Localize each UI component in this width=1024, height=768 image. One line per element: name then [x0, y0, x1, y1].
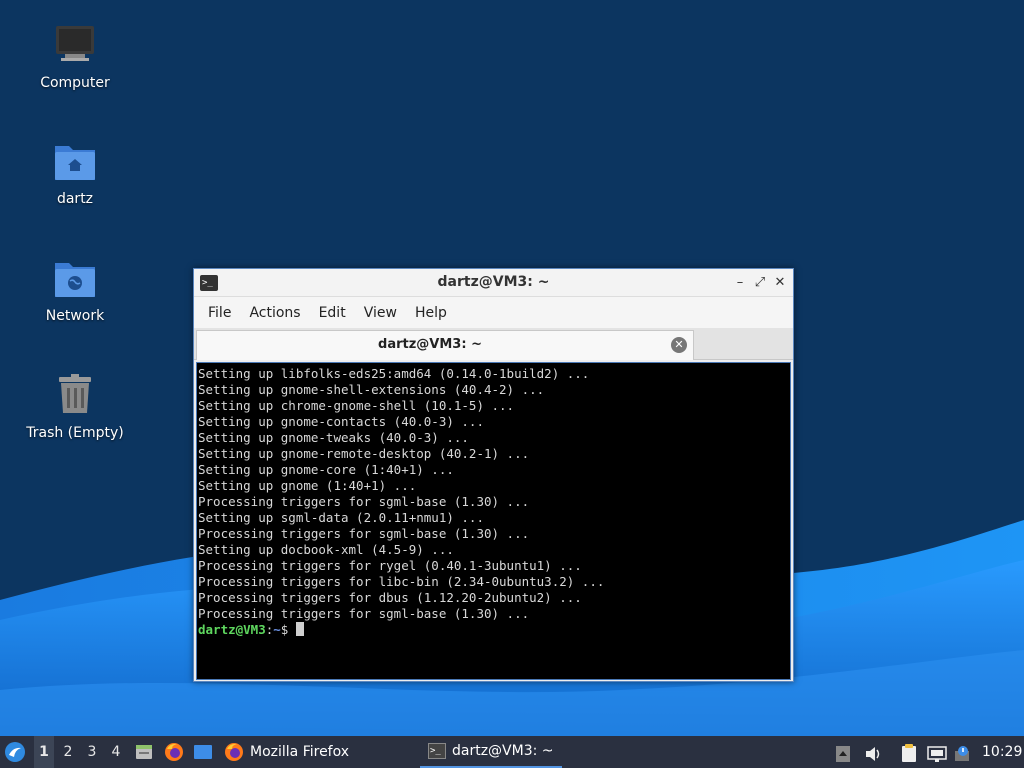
home-folder-icon	[51, 138, 99, 186]
desktop-icon-label: Network	[45, 308, 105, 324]
firefox-launcher[interactable]	[164, 736, 186, 768]
desktop-icon-label: Computer	[40, 75, 110, 91]
terminal-line: Setting up gnome-tweaks (40.0-3) ...	[198, 430, 469, 445]
text-cursor	[295, 622, 304, 636]
terminal-line: Setting up gnome-core (1:40+1) ...	[198, 462, 454, 477]
window-title: dartz@VM3: ~	[437, 274, 550, 290]
tab-close-icon[interactable]: ✕	[671, 337, 687, 353]
clipboard-icon[interactable]	[900, 743, 918, 768]
workspace-4[interactable]: 4	[106, 736, 126, 768]
tab-bar: dartz@VM3: ~ ✕	[194, 328, 793, 360]
start-menu-button[interactable]	[4, 736, 28, 768]
terminal-line: Processing triggers for sgml-base (1.30)…	[198, 526, 530, 541]
terminal-line: Processing triggers for dbus (1.12.20-2u…	[198, 590, 582, 605]
terminal-line: Processing triggers for sgml-base (1.30)…	[198, 494, 530, 509]
minimize-button[interactable]: –	[731, 274, 749, 292]
workspace-1[interactable]: 1	[34, 736, 54, 768]
tab-label: dartz@VM3: ~	[378, 337, 482, 352]
task-terminal[interactable]: >_ dartz@VM3: ~	[420, 736, 562, 768]
terminal-prompt: dartz@VM3:~$	[198, 622, 789, 638]
firefox-icon	[165, 743, 183, 761]
workspace-2[interactable]: 2	[58, 736, 78, 768]
menubar: File Actions Edit View Help	[194, 297, 793, 328]
task-label: Mozilla Firefox	[250, 744, 350, 760]
taskbar: 1 2 3 4 Mozilla Firefox >_ dartz@VM3: ~	[0, 736, 1024, 768]
prompt-user: dartz@VM3	[198, 622, 266, 637]
show-desktop-button[interactable]	[193, 736, 215, 768]
close-button[interactable]: ✕	[771, 274, 789, 292]
terminal-line: Processing triggers for rygel (0.40.1-3u…	[198, 558, 582, 573]
desktop-icon	[194, 745, 212, 759]
menu-file[interactable]: File	[199, 305, 240, 321]
computer-icon	[51, 22, 99, 70]
terminal-line: Setting up sgml-data (2.0.11+nmu1) ...	[198, 510, 484, 525]
desktop-icon-label: Trash (Empty)	[26, 425, 124, 441]
desktop-icon-network[interactable]: Network	[10, 255, 140, 325]
prompt-symbol: $	[280, 622, 296, 637]
firefox-icon	[225, 743, 243, 761]
window-titlebar[interactable]: >_ dartz@VM3: ~ – ⤢ ✕	[194, 269, 793, 297]
terminal-line: Processing triggers for libc-bin (2.34-0…	[198, 574, 605, 589]
terminal-line: Setting up gnome-remote-desktop (40.2-1)…	[198, 446, 530, 461]
desktop-icon-trash[interactable]: Trash (Empty)	[10, 372, 140, 442]
workspace-3[interactable]: 3	[82, 736, 102, 768]
terminal-line: Setting up chrome-gnome-shell (10.1-5) .…	[198, 398, 515, 413]
terminal-line: Setting up gnome (1:40+1) ...	[198, 478, 417, 493]
trash-icon	[51, 372, 99, 420]
menu-actions[interactable]: Actions	[240, 305, 309, 321]
network-folder-icon	[51, 255, 99, 303]
desktop: Computer dartz Network Trash (Empty) >_ …	[0, 0, 1024, 736]
menu-edit[interactable]: Edit	[310, 305, 355, 321]
update-notifier-icon[interactable]	[954, 743, 972, 768]
terminal-line: Setting up libfolks-eds25:amd64 (0.14.0-…	[198, 366, 590, 381]
desktop-icon-computer[interactable]: Computer	[10, 22, 140, 92]
menu-help[interactable]: Help	[406, 305, 456, 321]
task-firefox[interactable]: Mozilla Firefox	[224, 736, 349, 768]
clock[interactable]: 10:29	[982, 736, 1022, 768]
network-tray-icon[interactable]	[927, 743, 947, 768]
maximize-button[interactable]: ⤢	[751, 274, 769, 292]
terminal-line: Setting up docbook-xml (4.5-9) ...	[198, 542, 454, 557]
terminal-line: Processing triggers for sgml-base (1.30)…	[198, 606, 530, 621]
lubuntu-logo-icon	[5, 742, 25, 762]
file-manager-icon	[136, 745, 152, 759]
terminal-output[interactable]: Setting up libfolks-eds25:amd64 (0.14.0-…	[196, 362, 791, 680]
desktop-icon-label: dartz	[56, 191, 94, 207]
task-label: dartz@VM3: ~	[452, 743, 554, 759]
volume-icon[interactable]	[864, 743, 882, 768]
terminal-icon: >_	[428, 743, 446, 759]
prompt-path: ~	[273, 622, 281, 637]
terminal-window[interactable]: >_ dartz@VM3: ~ – ⤢ ✕ File Actions Edit …	[193, 268, 794, 682]
tray-arrow-icon[interactable]	[835, 743, 853, 768]
menu-view[interactable]: View	[355, 305, 406, 321]
terminal-tab[interactable]: dartz@VM3: ~ ✕	[196, 330, 694, 360]
terminal-line: Setting up gnome-shell-extensions (40.4-…	[198, 382, 545, 397]
terminal-line: Setting up gnome-contacts (40.0-3) ...	[198, 414, 484, 429]
desktop-icon-home[interactable]: dartz	[10, 138, 140, 208]
file-manager-launcher[interactable]	[134, 736, 156, 768]
